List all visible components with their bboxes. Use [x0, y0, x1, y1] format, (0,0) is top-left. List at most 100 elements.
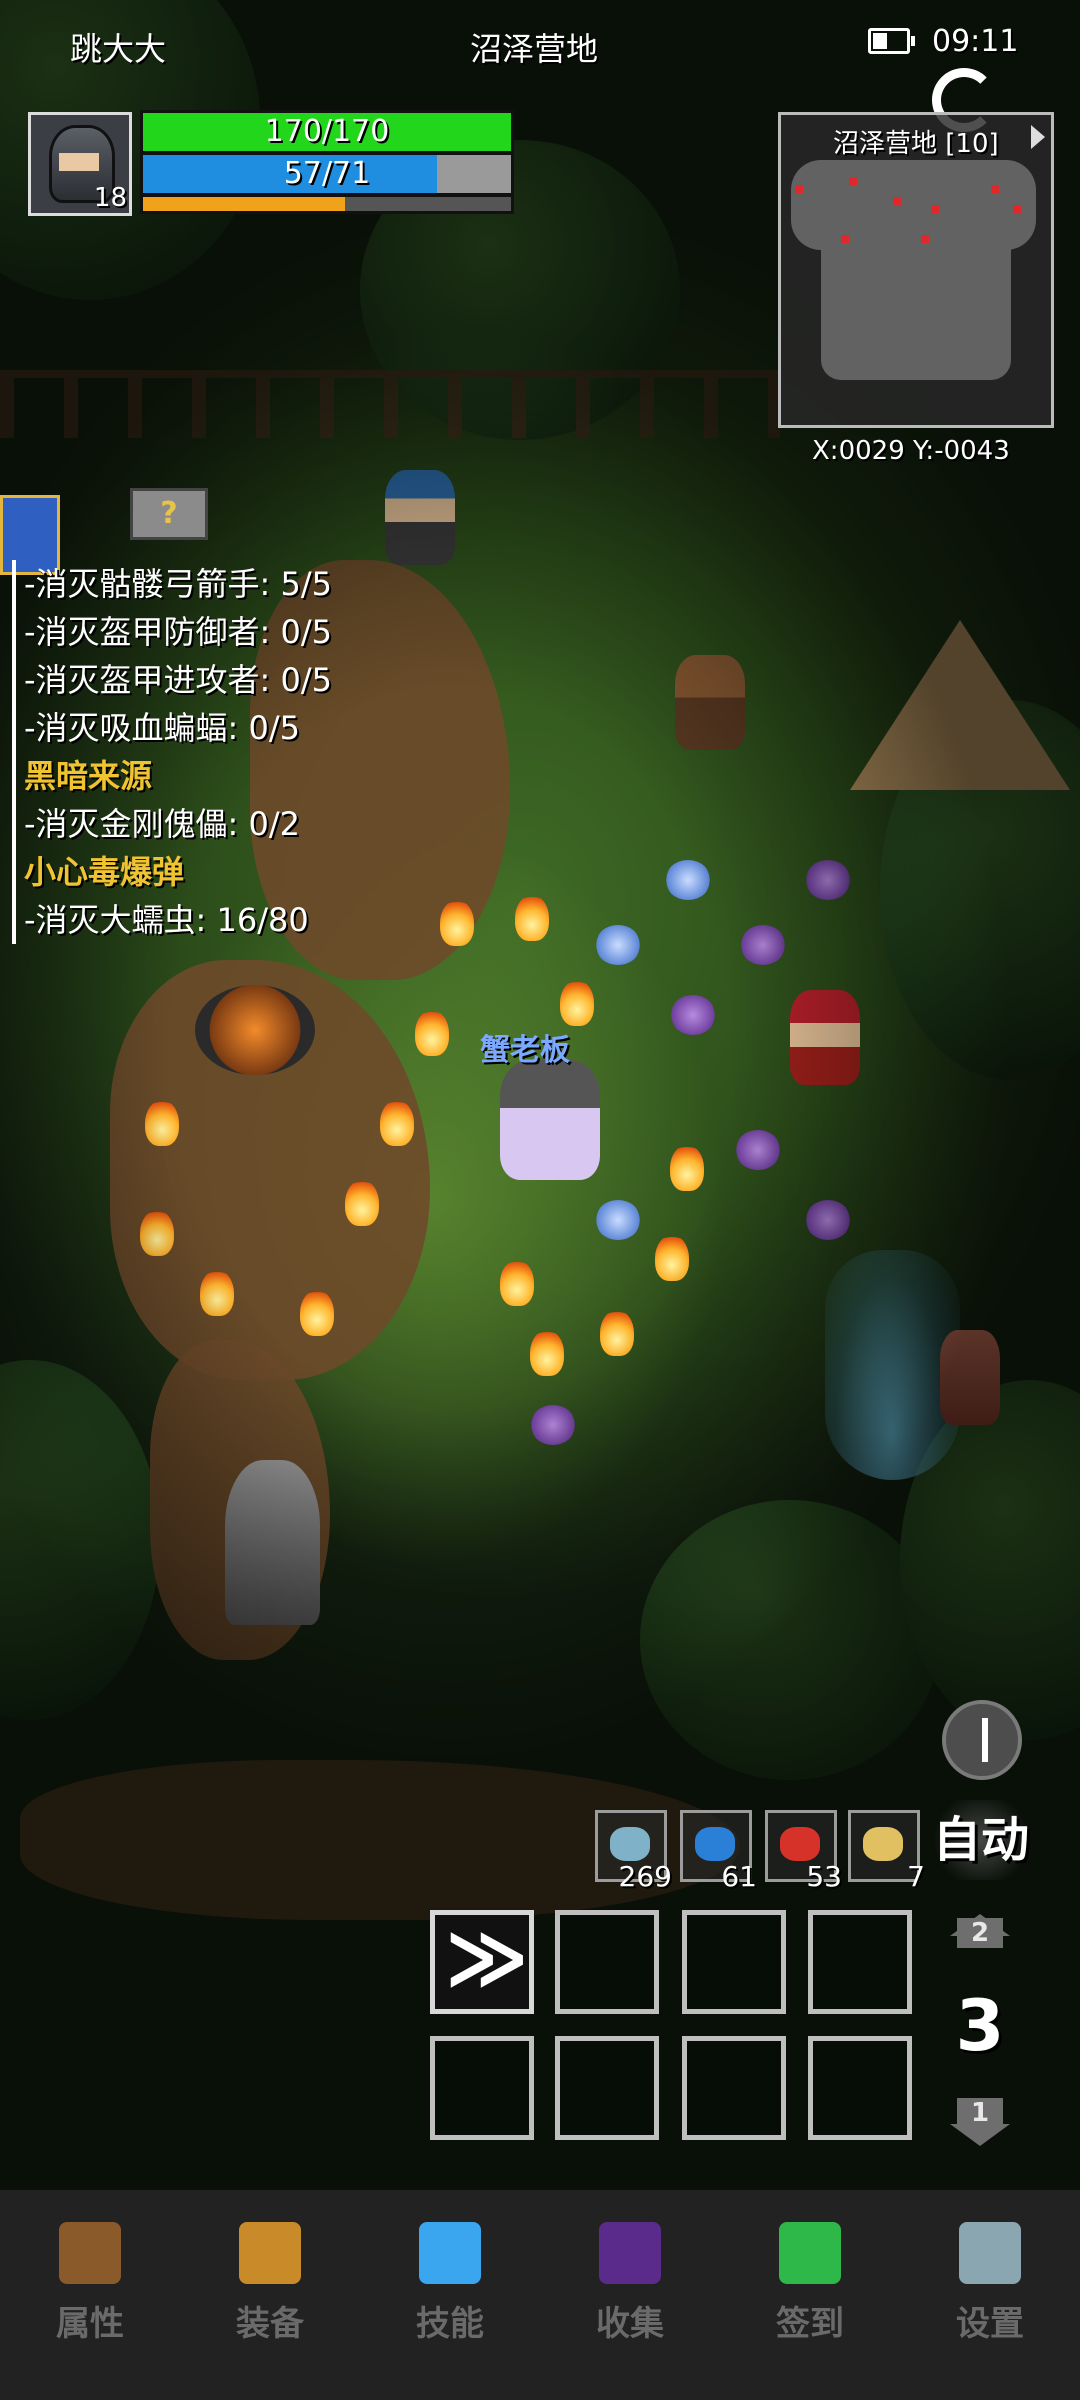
tree	[0, 1360, 160, 1720]
mp-text: 57/71	[283, 156, 371, 191]
minimap-enemy-marker	[1013, 205, 1021, 213]
blue-fish-icon	[695, 1827, 735, 1861]
nav-item[interactable]: 收集	[540, 2190, 720, 2400]
clock-time: 09:11	[932, 24, 1019, 59]
map-name: 沼泽营地	[470, 30, 599, 68]
quest-task[interactable]: -消灭吸血蝙蝠: 0/5	[24, 704, 384, 752]
minimap-enemy-marker	[841, 235, 849, 243]
hp-text: 170/170	[264, 114, 390, 149]
blue-flower	[595, 925, 641, 965]
player-knight-on-mount[interactable]	[500, 1060, 600, 1180]
stone-statue[interactable]	[225, 1460, 320, 1625]
purple-flower	[805, 1200, 851, 1240]
skill-slot[interactable]	[808, 1910, 912, 2014]
player-level: 18	[93, 183, 127, 213]
minimap-title: 沼泽营地 [10]	[833, 129, 999, 159]
xp-bar	[140, 194, 514, 214]
tree	[640, 1500, 940, 1780]
skill-slot[interactable]	[430, 2036, 534, 2140]
nav-label: 属性	[56, 2304, 124, 2344]
nav-item[interactable]: 设置	[900, 2190, 1080, 2400]
consumable-slot[interactable]: 269	[595, 1810, 672, 1893]
page-down-number: 1	[956, 2098, 1004, 2128]
skill-slot[interactable]	[555, 1910, 659, 2014]
quest-task[interactable]: -消灭金刚傀儡: 0/2	[24, 800, 384, 848]
blue-flower	[595, 1200, 641, 1240]
gem-icon	[779, 2222, 841, 2284]
nav-item[interactable]: 属性	[0, 2190, 180, 2400]
fire-effect	[300, 1290, 334, 1336]
quest-list[interactable]: -消灭骷髅弓箭手: 5/5 -消灭盔甲防御者: 0/5 -消灭盔甲进攻者: 0/5-…	[12, 560, 384, 944]
purple-flower	[670, 995, 716, 1035]
player-coordinates: X:0029 Y:-0043	[812, 436, 1010, 466]
skill-page-up-button[interactable]: 2	[950, 1914, 1010, 1958]
consumable-count: 7	[907, 1860, 925, 1893]
minimap-enemy-marker	[921, 235, 929, 243]
consumable-slot[interactable]: 53	[765, 1810, 842, 1893]
skill-slot[interactable]	[682, 2036, 786, 2140]
status-bar: 跳大大 沼泽营地 09:11	[0, 0, 1080, 90]
fire-effect	[140, 1210, 174, 1256]
fire-effect	[655, 1235, 689, 1281]
npc-blue-bandana[interactable]	[385, 470, 455, 565]
skill-page-down-button[interactable]: 1	[950, 2098, 1010, 2146]
scroll-icon	[863, 1827, 903, 1861]
player-name: 跳大大	[70, 30, 167, 68]
page-up-number: 2	[956, 1918, 1004, 1948]
bottom-navigation: 属性 装备 技能 收集 签到 设置	[0, 2190, 1080, 2400]
minimap[interactable]: 沼泽营地 [10]	[778, 112, 1054, 428]
fire-effect	[345, 1180, 379, 1226]
skill-slot[interactable]	[808, 2036, 912, 2140]
skill-slot[interactable]	[555, 2036, 659, 2140]
quest-task[interactable]: -消灭盔甲防御者: 0/5	[24, 608, 384, 656]
purple-flower	[530, 1405, 576, 1445]
nav-item[interactable]: 装备	[180, 2190, 360, 2400]
fire-effect	[600, 1310, 634, 1356]
enemy-worm-creature[interactable]	[940, 1330, 1000, 1425]
red-fish-icon	[780, 1827, 820, 1861]
fire-effect	[500, 1260, 534, 1306]
nav-label: 技能	[416, 2304, 484, 2344]
skill-slot-dash[interactable]	[430, 1910, 534, 2014]
crystal-icon	[419, 2222, 481, 2284]
tent	[850, 620, 1070, 790]
player-avatar[interactable]: 18	[28, 112, 132, 216]
cooking-pot-campfire[interactable]	[195, 985, 315, 1075]
avatar-face	[59, 153, 99, 171]
purple-flower	[735, 1130, 781, 1170]
npc-name-label: 蟹老板	[480, 1033, 570, 1068]
auto-toggle-icon[interactable]	[942, 1700, 1022, 1780]
fire-effect	[530, 1330, 564, 1376]
mp-bar: 57/71	[140, 152, 514, 196]
skill-slot[interactable]	[682, 1910, 786, 2014]
nav-item[interactable]: 技能	[360, 2190, 540, 2400]
blue-flower	[665, 860, 711, 900]
fish-icon	[610, 1827, 650, 1861]
fire-effect	[145, 1100, 179, 1146]
minimap-enemy-marker	[893, 197, 901, 205]
quest-task[interactable]: -消灭大蠕虫: 16/80	[24, 896, 384, 944]
purple-flower	[805, 860, 851, 900]
minimap-terrain	[821, 230, 1011, 380]
consumable-count: 53	[806, 1860, 842, 1893]
enemy-bald-brute[interactable]	[675, 655, 745, 750]
quest-title[interactable]: 黑暗来源	[24, 752, 384, 800]
quest-task[interactable]: -消灭盔甲进攻者: 0/5	[24, 656, 384, 704]
minimap-enemy-marker	[795, 185, 803, 193]
battery-icon	[868, 28, 915, 54]
nav-label: 设置	[956, 2304, 1024, 2344]
minimap-expand-arrow-icon[interactable]	[1031, 125, 1045, 149]
helmet-icon	[59, 2222, 121, 2284]
skill-page-number: 3	[955, 1985, 1005, 2067]
gear-icon	[959, 2222, 1021, 2284]
consumable-slot[interactable]: 61	[680, 1810, 757, 1893]
nav-item[interactable]: 签到	[720, 2190, 900, 2400]
quest-title[interactable]: 小心毒爆弹	[24, 848, 384, 896]
consumable-slot[interactable]: 7	[848, 1810, 925, 1893]
quest-help-button[interactable]: ?	[130, 488, 208, 540]
fire-effect	[515, 895, 549, 941]
auto-button[interactable]: 自动	[926, 1800, 1036, 1880]
nav-label: 收集	[596, 2304, 664, 2344]
quest-task[interactable]: -消灭骷髅弓箭手: 5/5	[24, 560, 384, 608]
enemy-red-hat-swordsman[interactable]	[790, 990, 860, 1085]
